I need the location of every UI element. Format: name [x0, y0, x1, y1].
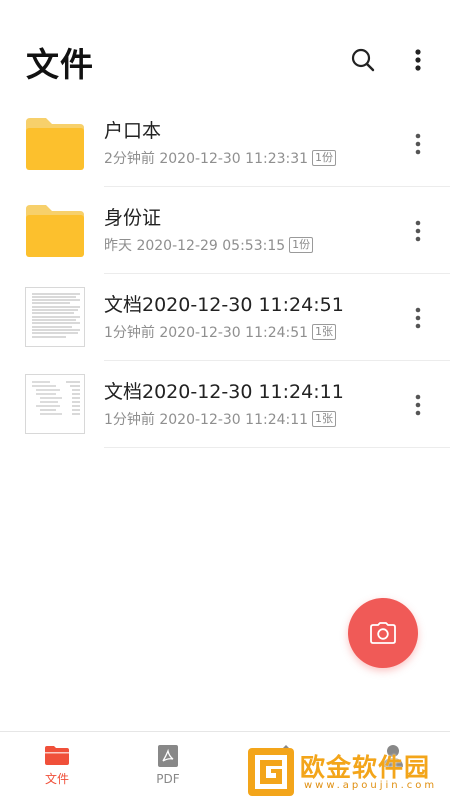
document-thumbnail — [25, 287, 85, 347]
count-badge: 1份 — [312, 150, 337, 166]
watermark: 欧金软件园 www.apoujin.com — [244, 744, 450, 800]
app: 文件 户口本 2分钟前 2020-12-30 11:23:31 1份 身份证 昨… — [0, 0, 450, 800]
count-badge: 1张 — [312, 324, 337, 340]
list-item[interactable]: 文档2020-12-30 11:24:11 1分钟前 2020-12-30 11… — [0, 361, 450, 448]
file-name: 文档2020-12-30 11:24:51 — [104, 294, 344, 316]
camera-icon — [370, 622, 396, 644]
item-more-button[interactable] — [404, 213, 432, 249]
file-meta: 2分钟前 2020-12-30 11:23:31 1份 — [104, 148, 337, 168]
file-meta: 1分钟前 2020-12-30 11:24:11 1张 — [104, 409, 337, 429]
search-button[interactable] — [345, 42, 381, 78]
folder-icon — [26, 118, 84, 170]
camera-button[interactable] — [348, 598, 418, 668]
item-more-button[interactable] — [404, 387, 432, 423]
header: 文件 — [0, 0, 450, 100]
nav-item-files[interactable]: 文件 — [27, 744, 87, 796]
watermark-text: 欧金软件园 — [300, 753, 431, 782]
file-name: 身份证 — [104, 207, 162, 229]
more-vertical-icon — [415, 394, 421, 416]
search-icon — [351, 48, 375, 72]
file-list: 户口本 2分钟前 2020-12-30 11:23:31 1份 身份证 昨天 2… — [0, 100, 450, 448]
file-time: 1分钟前 2020-12-30 11:24:51 — [104, 325, 309, 341]
more-vertical-icon — [415, 49, 421, 71]
nav-label: PDF — [156, 772, 180, 786]
list-item[interactable]: 文档2020-12-30 11:24:51 1分钟前 2020-12-30 11… — [0, 274, 450, 361]
file-meta: 昨天 2020-12-29 05:53:15 1份 — [104, 235, 314, 255]
file-time: 2分钟前 2020-12-30 11:23:31 — [104, 151, 309, 167]
file-meta: 1分钟前 2020-12-30 11:24:51 1张 — [104, 322, 337, 342]
count-badge: 1份 — [289, 237, 314, 253]
folder-icon — [26, 205, 84, 257]
more-vertical-icon — [415, 307, 421, 329]
file-name: 户口本 — [104, 120, 162, 142]
folder-icon — [45, 746, 69, 765]
more-options-button[interactable] — [400, 42, 436, 78]
more-vertical-icon — [415, 220, 421, 242]
file-time: 1分钟前 2020-12-30 11:24:11 — [104, 412, 309, 428]
file-name: 文档2020-12-30 11:24:11 — [104, 381, 344, 403]
file-time: 昨天 2020-12-29 05:53:15 — [104, 238, 286, 254]
item-more-button[interactable] — [404, 126, 432, 162]
pdf-icon — [158, 745, 178, 767]
watermark-logo-icon — [248, 748, 294, 796]
more-vertical-icon — [415, 133, 421, 155]
list-item[interactable]: 户口本 2分钟前 2020-12-30 11:23:31 1份 — [0, 100, 450, 187]
nav-item-pdf[interactable]: PDF — [138, 744, 198, 796]
divider — [104, 447, 450, 448]
item-more-button[interactable] — [404, 300, 432, 336]
list-item[interactable]: 身份证 昨天 2020-12-29 05:53:15 1份 — [0, 187, 450, 274]
watermark-url: www.apoujin.com — [304, 780, 438, 791]
nav-label: 文件 — [44, 772, 69, 786]
page-title: 文件 — [26, 45, 94, 84]
count-badge: 1张 — [312, 411, 337, 427]
document-thumbnail — [25, 374, 85, 434]
